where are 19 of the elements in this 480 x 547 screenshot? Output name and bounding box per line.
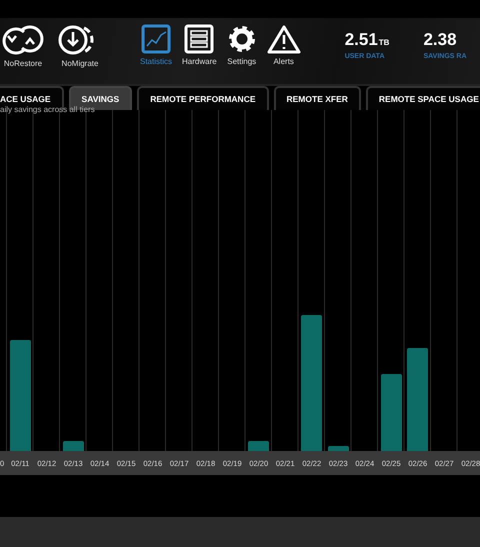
- server-icon: [184, 24, 214, 54]
- stat-value: 2.38: [423, 30, 458, 50]
- toolbar-button[interactable]: NoRestore: [0, 24, 46, 68]
- toolbar-button[interactable]: Alerts: [264, 24, 303, 66]
- toolbar-button[interactable]: NoMigrate: [56, 24, 104, 68]
- toolbar-button[interactable]: Statistics: [138, 24, 174, 66]
- toolbar-button[interactable]: Hardware: [180, 24, 219, 66]
- chart-bar: [328, 446, 349, 451]
- toolbar-button[interactable]: Settings: [224, 24, 259, 66]
- chart-bar: [248, 441, 270, 451]
- stat-value: 2.51TB: [344, 30, 390, 50]
- line-chart-icon: [141, 24, 171, 54]
- chart-bar: [62, 441, 84, 451]
- settings-icon: [226, 24, 257, 54]
- circular-arrows-icon: [2, 24, 44, 56]
- tab[interactable]: REMOTE XFER: [274, 86, 361, 110]
- warning-icon: [266, 24, 301, 54]
- tab[interactable]: REMOTE SPACE USAGE: [366, 86, 480, 110]
- tab[interactable]: REMOTE PERFORMANCE: [137, 86, 268, 110]
